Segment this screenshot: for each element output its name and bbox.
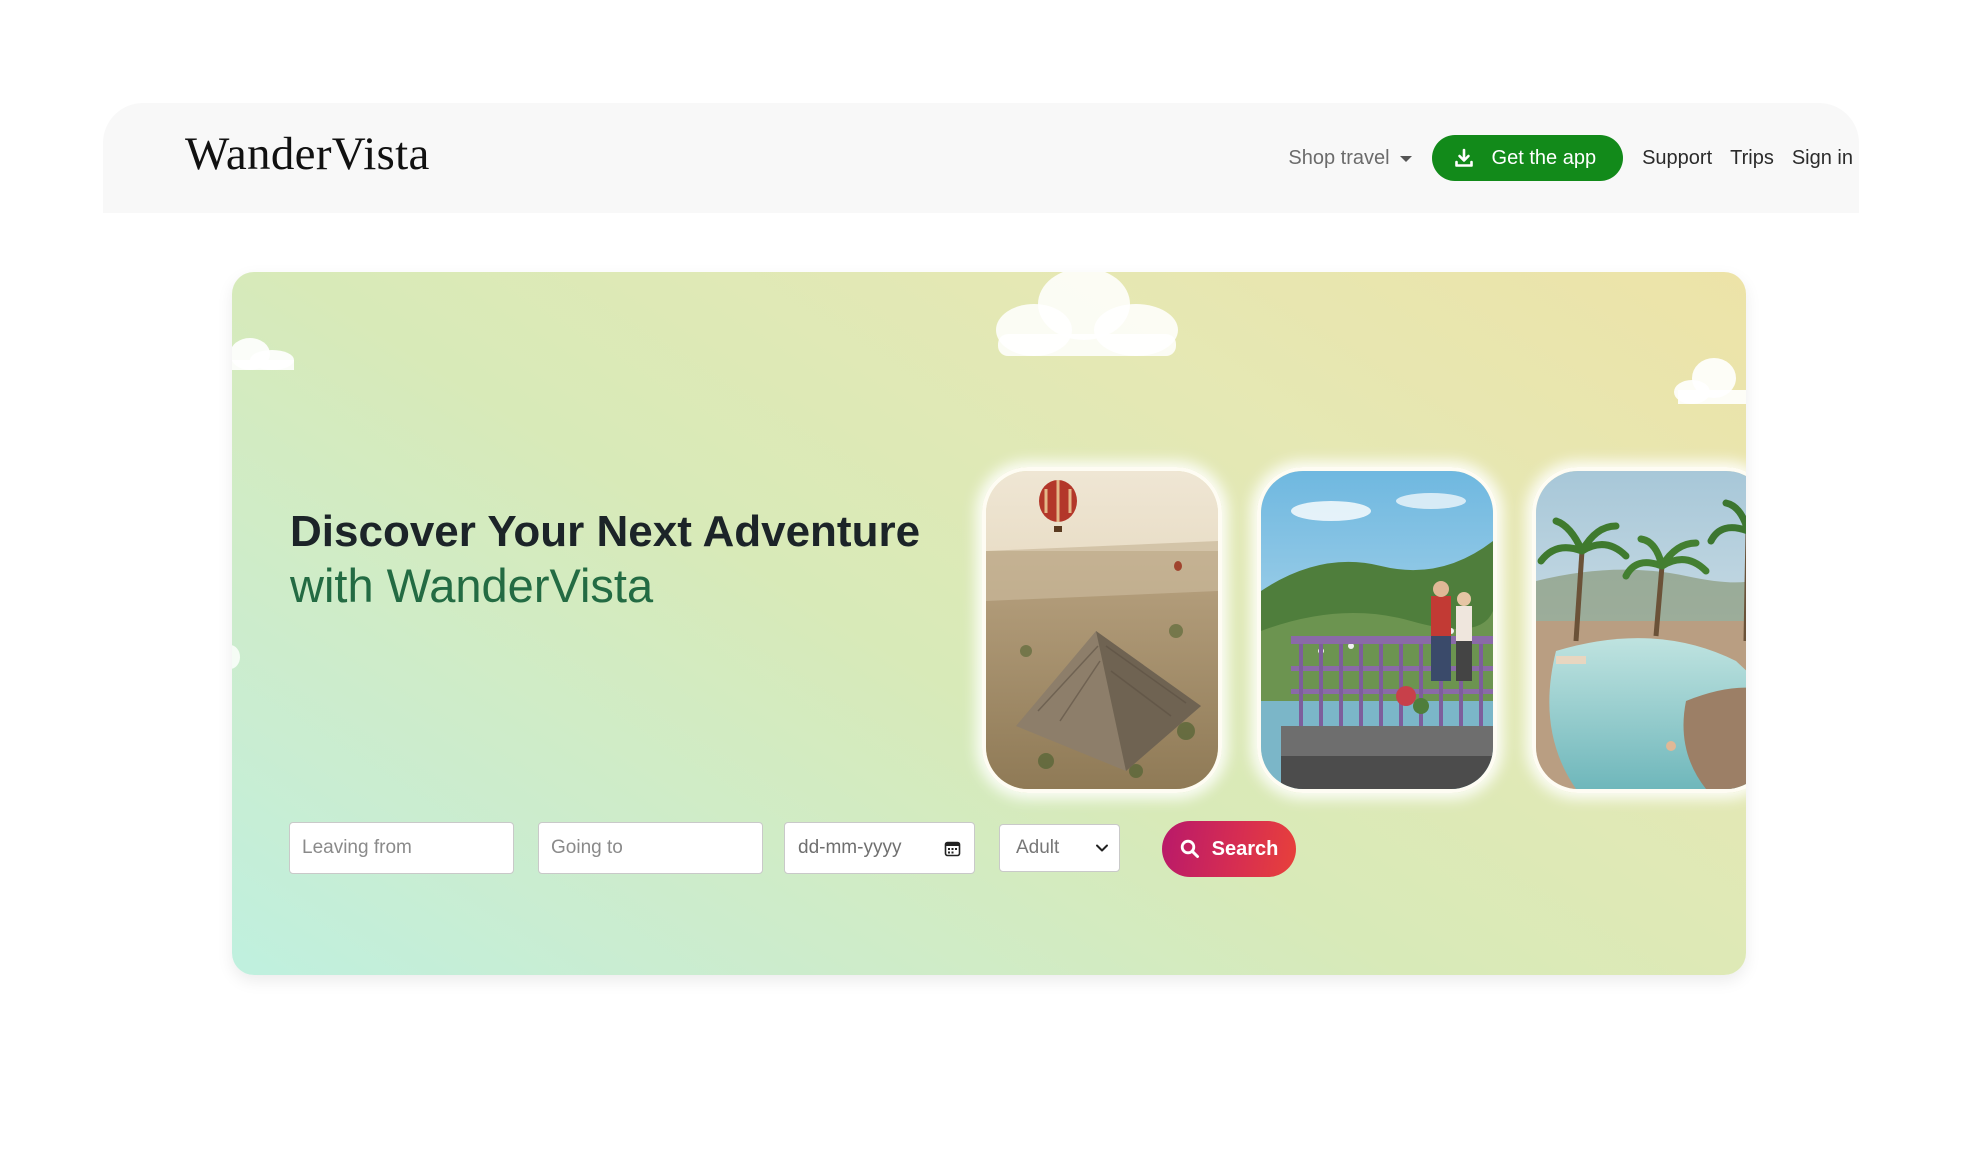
hero-banner: Discover Your Next Adventure with Wander… [232,272,1746,975]
traveler-selected-value: Adult [1016,837,1060,858]
brand-logo[interactable]: WanderVista [185,131,430,178]
cloud-decoration [232,330,298,370]
date-input[interactable]: dd-mm-yyyy [784,822,975,874]
search-button[interactable]: Search [1162,821,1296,877]
support-link[interactable]: Support [1642,147,1712,170]
get-app-button[interactable]: Get the app [1431,135,1624,181]
trips-link[interactable]: Trips [1730,147,1774,170]
search-button-label: Search [1211,837,1279,860]
destination-photo-overlook[interactable] [1257,467,1497,793]
date-placeholder: dd-mm-yyyy [798,837,902,858]
download-icon [1454,148,1473,167]
cloud-decoration [986,272,1186,360]
shop-travel-label: Shop travel [1288,146,1390,169]
traveler-select[interactable]: Adult [999,824,1120,872]
hero-subtitle: with WanderVista [290,559,654,612]
hero-title: Discover Your Next Adventure [290,507,921,556]
leaving-from-input[interactable] [289,822,514,874]
destination-photo-pyramid[interactable] [982,467,1222,793]
get-app-label: Get the app [1491,146,1597,169]
search-icon [1180,839,1199,858]
chevron-down-icon [1096,844,1108,852]
caret-down-icon [1399,156,1412,162]
sign-in-link[interactable]: Sign in [1792,147,1853,170]
nav-links: Shop travel Get the app Support Trips Si… [1288,135,1853,181]
calendar-icon[interactable] [944,840,961,857]
cloud-decoration [232,642,242,672]
going-to-input[interactable] [538,822,763,874]
cloud-decoration [1672,354,1746,404]
shop-travel-dropdown[interactable]: Shop travel [1288,146,1412,170]
destination-photo-resort[interactable] [1532,467,1746,793]
top-navbar: WanderVista Shop travel Get the app Supp… [103,103,1859,213]
